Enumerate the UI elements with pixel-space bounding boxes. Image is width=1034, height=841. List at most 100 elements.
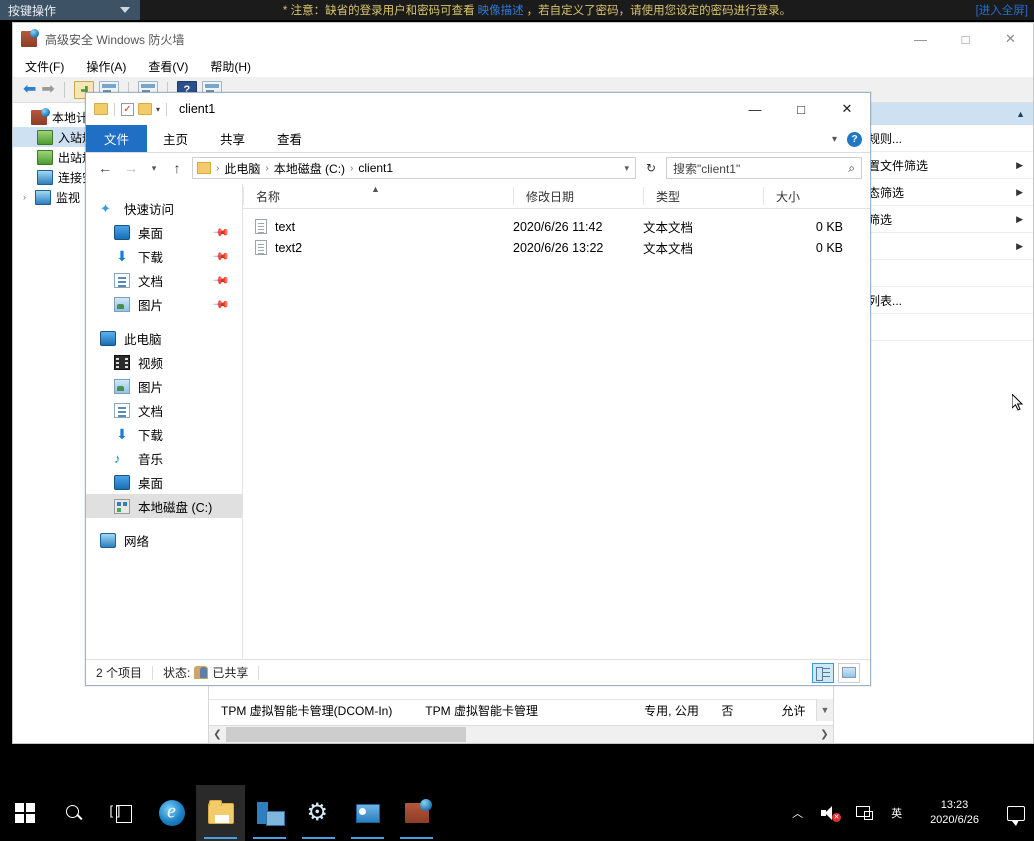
nav-item-local-disk-c[interactable]: 本地磁盘 (C:) xyxy=(86,494,242,518)
column-header-date[interactable]: 修改日期 xyxy=(513,187,643,205)
list-item[interactable]: text 2020/6/26 11:42 文本文档 0 KB xyxy=(243,216,870,237)
new-folder-icon[interactable] xyxy=(138,103,152,115)
nav-item-documents-pc[interactable]: 文档 xyxy=(86,398,242,422)
taskbar-app-window[interactable] xyxy=(343,785,392,841)
explorer-minimize-button[interactable]: — xyxy=(732,93,778,125)
large-icons-view-icon xyxy=(842,667,856,678)
nav-item-label: 桌面 xyxy=(138,223,163,242)
taskbar-internet-explorer[interactable] xyxy=(147,785,196,841)
rules-horizontal-scrollbar[interactable]: ❮ ❯ xyxy=(209,725,833,743)
nav-item-desktop[interactable]: 桌面 📌 xyxy=(86,220,242,244)
refresh-button[interactable]: ↻ xyxy=(640,157,662,179)
nav-item-downloads[interactable]: ⬇ 下载 📌 xyxy=(86,244,242,268)
image-description-link[interactable]: 映像描述 xyxy=(478,2,524,18)
details-view-button[interactable] xyxy=(812,663,834,683)
forward-button[interactable]: → xyxy=(120,157,142,179)
show-hidden-icons-button[interactable]: ︿ xyxy=(783,785,812,841)
firewall-minimize-button[interactable]: — xyxy=(898,23,943,55)
documents-icon xyxy=(114,403,130,418)
clock[interactable]: 13:23 2020/6/26 xyxy=(911,785,998,841)
explorer-maximize-button[interactable]: □ xyxy=(778,93,824,125)
nav-item-videos[interactable]: 视频 xyxy=(86,350,242,374)
pin-icon[interactable]: 📌 xyxy=(212,295,231,314)
breadcrumb-local-disk[interactable]: 本地磁盘 (C:) xyxy=(274,160,345,177)
search-placeholder: 搜索"client1" xyxy=(673,160,740,177)
volume-button[interactable]: ✕ xyxy=(812,785,847,841)
list-item[interactable]: text2 2020/6/26 13:22 文本文档 0 KB xyxy=(243,237,870,258)
start-button[interactable] xyxy=(0,785,49,841)
search-button[interactable] xyxy=(49,785,98,841)
scroll-right-icon[interactable]: ❯ xyxy=(816,726,833,743)
nav-item-downloads-pc[interactable]: ⬇ 下载 xyxy=(86,422,242,446)
explorer-close-button[interactable]: ✕ xyxy=(824,93,870,125)
taskbar-server-manager[interactable] xyxy=(245,785,294,841)
ime-label: 英 xyxy=(891,805,902,821)
explorer-title: client1 xyxy=(179,102,215,116)
menu-view[interactable]: 查看(V) xyxy=(148,58,188,75)
tab-file[interactable]: 文件 xyxy=(86,125,147,152)
nav-item-music[interactable]: ♪ 音乐 xyxy=(86,446,242,470)
breadcrumb[interactable]: › 此电脑 › 本地磁盘 (C:) › client1 ▾ xyxy=(192,157,636,179)
forward-arrow-icon[interactable]: ➡ xyxy=(41,82,54,98)
nav-item-network[interactable]: 网络 xyxy=(86,528,242,552)
chevron-down-icon[interactable]: ▾ xyxy=(156,105,160,114)
nav-item-pictures-pc[interactable]: 图片 xyxy=(86,374,242,398)
back-button[interactable]: ← xyxy=(94,157,116,179)
internet-explorer-icon xyxy=(159,800,185,826)
nav-item-documents[interactable]: 文档 📌 xyxy=(86,268,242,292)
firewall-close-button[interactable]: ✕ xyxy=(988,23,1033,55)
taskbar-file-explorer[interactable] xyxy=(196,785,245,841)
app-icon xyxy=(356,804,380,823)
explorer-titlebar[interactable]: ✓ ▾ client1 — □ ✕ xyxy=(86,93,870,125)
expand-ribbon-icon[interactable]: ▾ xyxy=(832,134,837,145)
column-header-size[interactable]: 大小 xyxy=(763,187,863,205)
scroll-left-icon[interactable]: ❮ xyxy=(209,726,226,743)
nav-item-quick-access[interactable]: ✦ 快速访问 xyxy=(86,196,242,220)
taskbar-settings[interactable]: ⚙ xyxy=(294,785,343,841)
task-view-button[interactable] xyxy=(98,785,147,841)
network-button[interactable] xyxy=(847,785,882,841)
folder-icon[interactable] xyxy=(94,103,108,115)
keyboard-action-dropdown[interactable]: 按键操作 xyxy=(0,0,140,20)
menu-file[interactable]: 文件(F) xyxy=(25,58,64,75)
rules-vertical-scrollbar[interactable]: ▼ xyxy=(816,699,833,721)
pin-icon[interactable]: 📌 xyxy=(212,271,231,290)
search-icon[interactable]: ⌕ xyxy=(848,161,855,176)
tree-chevron-icon[interactable]: › xyxy=(23,192,35,202)
firewall-maximize-button[interactable]: □ xyxy=(943,23,988,55)
tab-home[interactable]: 主页 xyxy=(147,125,204,152)
firewall-icon xyxy=(405,803,429,823)
back-arrow-icon[interactable]: ⬅ xyxy=(23,82,36,98)
scroll-thumb[interactable] xyxy=(226,727,466,742)
table-row[interactable]: TPM 虚拟智能卡管理(DCOM-In) TPM 虚拟智能卡管理 专用, 公用 … xyxy=(209,699,833,721)
nav-item-this-pc[interactable]: 此电脑 xyxy=(86,326,242,350)
tab-view[interactable]: 查看 xyxy=(261,125,318,152)
recent-locations-button[interactable]: ▾ xyxy=(146,157,162,179)
taskbar-windows-firewall[interactable] xyxy=(392,785,441,841)
menu-action[interactable]: 操作(A) xyxy=(86,58,126,75)
nav-item-pictures[interactable]: 图片 📌 xyxy=(86,292,242,316)
running-indicator xyxy=(400,837,433,839)
file-explorer-window: ✓ ▾ client1 — □ ✕ 文件 主页 共享 查看 ▾ ? ← xyxy=(85,92,871,686)
firewall-titlebar[interactable]: 高级安全 Windows 防火墙 — □ ✕ xyxy=(13,23,1033,55)
pin-icon[interactable]: 📌 xyxy=(212,223,231,242)
ime-button[interactable]: 英 xyxy=(882,785,911,841)
column-header-type[interactable]: 类型 xyxy=(643,187,763,205)
up-button[interactable]: ↑ xyxy=(166,157,188,179)
enter-fullscreen-link[interactable]: [进入全屏] xyxy=(976,0,1028,20)
nav-item-desktop-pc[interactable]: 桌面 xyxy=(86,470,242,494)
breadcrumb-client1[interactable]: client1 xyxy=(358,161,393,175)
nav-item-label: 文档 xyxy=(138,401,163,420)
search-input[interactable]: 搜索"client1" ⌕ xyxy=(666,157,862,179)
action-center-button[interactable] xyxy=(998,785,1034,841)
help-icon[interactable]: ? xyxy=(847,132,862,147)
tab-share[interactable]: 共享 xyxy=(204,125,261,152)
properties-check-icon[interactable]: ✓ xyxy=(121,103,134,116)
pin-icon[interactable]: 📌 xyxy=(212,247,231,266)
chevron-down-icon[interactable]: ▾ xyxy=(624,163,629,174)
chevron-up-icon[interactable]: ▲ xyxy=(1016,109,1025,119)
scroll-track[interactable] xyxy=(226,727,816,742)
breadcrumb-this-pc[interactable]: 此电脑 xyxy=(224,160,260,177)
large-icons-view-button[interactable] xyxy=(838,663,860,683)
menu-help[interactable]: 帮助(H) xyxy=(210,58,251,75)
